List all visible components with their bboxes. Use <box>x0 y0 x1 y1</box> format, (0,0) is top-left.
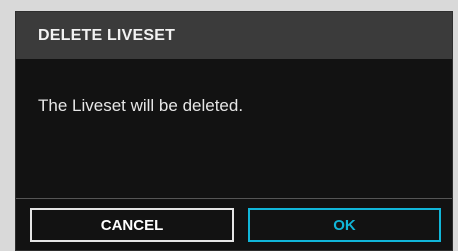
dialog-header: DELETE LIVESET <box>16 12 452 59</box>
dialog-body: The Liveset will be deleted. <box>16 59 452 199</box>
dialog-message: The Liveset will be deleted. <box>38 96 244 115</box>
dialog-title: DELETE LIVESET <box>38 26 176 44</box>
delete-liveset-dialog: DELETE LIVESET The Liveset will be delet… <box>15 11 453 251</box>
dialog-footer: CANCEL OK <box>16 198 452 250</box>
ok-button[interactable]: OK <box>248 208 441 242</box>
cancel-button[interactable]: CANCEL <box>30 208 234 242</box>
